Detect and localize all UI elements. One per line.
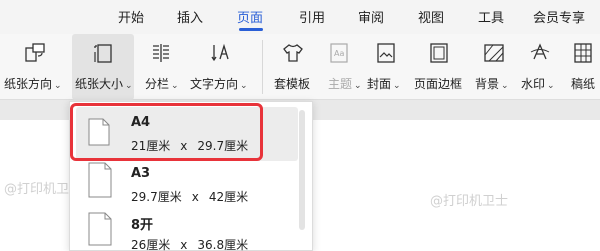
paper-name: A4 bbox=[131, 115, 151, 130]
paper-height: 29.7厘米 bbox=[197, 139, 249, 153]
text-direction-label: 文字方向 bbox=[190, 77, 239, 91]
tab-member[interactable]: 会员专享 bbox=[533, 7, 585, 26]
manuscript-icon bbox=[574, 43, 592, 63]
chevron-down-icon: ⌄ bbox=[125, 81, 133, 91]
theme-label: 主题 bbox=[328, 77, 353, 91]
watermark-icon bbox=[530, 43, 550, 60]
page-border-label: 页面边框 bbox=[414, 77, 463, 91]
paper-height: 36.8厘米 bbox=[197, 238, 249, 251]
tab-page[interactable]: 页面 bbox=[237, 7, 263, 26]
page-border-button[interactable]: 页面边框 bbox=[410, 34, 468, 100]
chevron-down-icon: ⌄ bbox=[240, 81, 248, 91]
columns-label: 分栏 bbox=[145, 77, 170, 91]
paper-width: 21厘米 bbox=[131, 139, 171, 153]
cover-icon bbox=[377, 43, 395, 63]
orientation-icon bbox=[25, 43, 45, 62]
chevron-down-icon: ⌄ bbox=[547, 81, 555, 91]
menu-tab-bar: 开始 插入 页面 引用 审阅 视图 工具 会员专享 bbox=[0, 0, 600, 34]
paper-width: 26厘米 bbox=[131, 238, 171, 251]
paper-height: 42厘米 bbox=[208, 190, 249, 204]
columns-button[interactable]: 分栏 ⌄ bbox=[138, 34, 184, 100]
orientation-label: 纸张方向 bbox=[4, 77, 53, 91]
page-icon bbox=[88, 162, 112, 198]
text-direction-button[interactable]: 文字方向 ⌄ bbox=[186, 34, 256, 100]
dimension-separator: x bbox=[180, 238, 188, 251]
page-ribbon: 纸张方向 ⌄ 纸张大小 ⌄ 分栏 ⌄ 文字方向 ⌄ 套模板 Aa 主题 ⌄ 封面… bbox=[0, 34, 600, 100]
page-icon bbox=[88, 212, 112, 246]
tab-view[interactable]: 视图 bbox=[418, 7, 444, 26]
chevron-down-icon: ⌄ bbox=[171, 81, 179, 91]
paper-option-a3[interactable]: A3 29.7厘米 x 42厘米 bbox=[76, 158, 298, 212]
background-label: 背景 bbox=[475, 77, 500, 91]
manuscript-label: 稿纸 bbox=[571, 77, 596, 91]
chevron-down-icon: ⌄ bbox=[54, 81, 62, 91]
tab-tools[interactable]: 工具 bbox=[478, 7, 504, 26]
theme-icon: Aa bbox=[330, 43, 348, 63]
columns-icon bbox=[153, 44, 169, 62]
active-tab-indicator bbox=[239, 28, 263, 31]
tab-start[interactable]: 开始 bbox=[118, 7, 144, 26]
orientation-button[interactable]: 纸张方向 ⌄ bbox=[2, 34, 70, 100]
paper-size-button[interactable]: 纸张大小 ⌄ bbox=[72, 34, 134, 100]
template-button[interactable]: 套模板 bbox=[268, 34, 318, 100]
dimension-separator: x bbox=[191, 190, 199, 204]
tab-review[interactable]: 审阅 bbox=[358, 7, 384, 26]
shirt-icon bbox=[283, 44, 303, 62]
watermark-label: 水印 bbox=[521, 77, 546, 91]
manuscript-button[interactable]: 稿纸 bbox=[566, 34, 600, 100]
scrollbar-thumb[interactable] bbox=[299, 110, 305, 230]
chevron-down-icon: ⌄ bbox=[393, 81, 401, 91]
cover-button[interactable]: 封面 ⌄ bbox=[364, 34, 408, 100]
paper-size-label: 纸张大小 bbox=[75, 77, 124, 91]
paper-size-dropdown: A4 21厘米 x 29.7厘米 A3 29.7厘米 x 42厘米 8开 26厘米 x 36… bbox=[69, 101, 313, 251]
cover-label: 封面 bbox=[367, 77, 392, 91]
ribbon-divider bbox=[262, 40, 263, 94]
page-border-icon bbox=[430, 43, 448, 63]
dimension-separator: x bbox=[180, 139, 188, 153]
chevron-down-icon: ⌄ bbox=[501, 81, 509, 91]
watermark-button[interactable]: 水印 ⌄ bbox=[518, 34, 562, 100]
paper-name: A3 bbox=[131, 166, 151, 181]
theme-button[interactable]: Aa 主题 ⌄ bbox=[320, 34, 362, 100]
background-button[interactable]: 背景 ⌄ bbox=[472, 34, 516, 100]
watermark-text: @打印机卫士 bbox=[430, 194, 509, 209]
text-direction-icon bbox=[211, 43, 229, 62]
paper-name: 8开 bbox=[131, 218, 154, 233]
template-label: 套模板 bbox=[274, 77, 311, 91]
tab-references[interactable]: 引用 bbox=[299, 7, 325, 26]
svg-text:Aa: Aa bbox=[334, 49, 344, 58]
background-icon bbox=[484, 44, 504, 62]
tab-insert[interactable]: 插入 bbox=[177, 7, 203, 26]
page-icon bbox=[88, 118, 110, 146]
paper-width: 29.7厘米 bbox=[131, 190, 182, 204]
paper-option-8k[interactable]: 8开 26厘米 x 36.8厘米 bbox=[76, 206, 298, 251]
chevron-down-icon: ⌄ bbox=[354, 81, 362, 91]
paper-option-a4[interactable]: A4 21厘米 x 29.7厘米 bbox=[76, 107, 298, 161]
paper-size-icon bbox=[94, 44, 112, 63]
